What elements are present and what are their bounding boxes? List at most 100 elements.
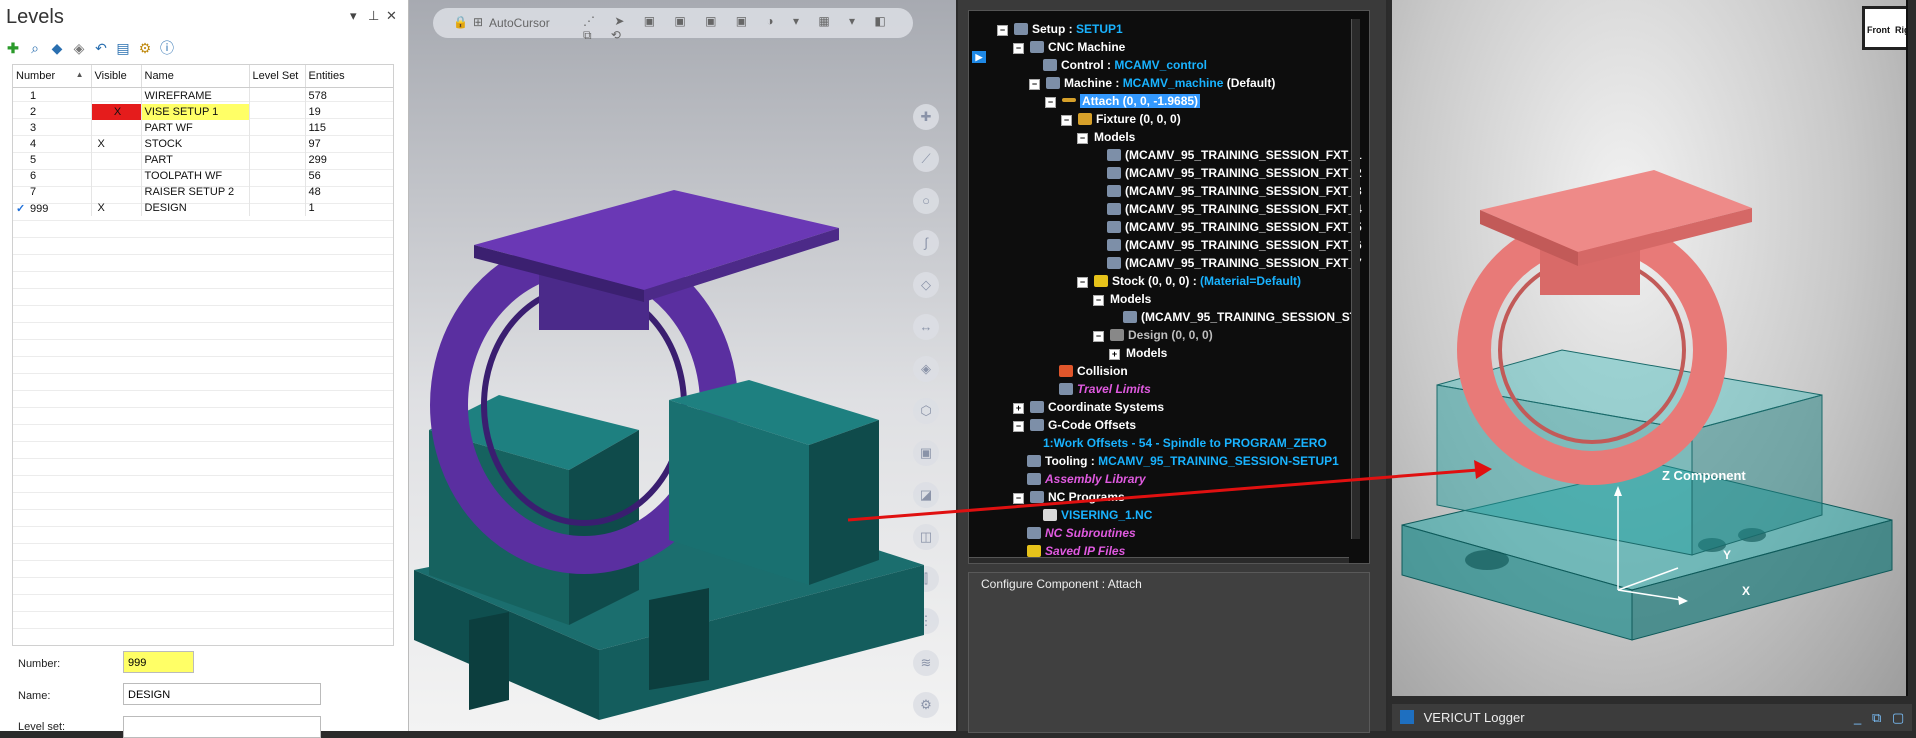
view-cube-right[interactable]: Right xyxy=(1895,25,1906,35)
tree-node-coordinate-systems[interactable]: + Coordinate Systems xyxy=(1013,399,1164,416)
column-header-level-set[interactable]: Level Set xyxy=(249,65,306,88)
tree-node-collision[interactable]: Collision xyxy=(1059,363,1128,380)
tree-node-model[interactable]: (MCAMV_95_TRAINING_SESSION_FXT_2 xyxy=(1107,165,1362,182)
tree-horizontal-scrollbar[interactable] xyxy=(969,557,1349,563)
table-row[interactable]: 5 PART 299 xyxy=(13,152,393,168)
cell-visible[interactable] xyxy=(91,168,142,184)
tree-node-models[interactable]: + Models xyxy=(1109,345,1167,362)
tree-node-model[interactable]: (MCAMV_95_TRAINING_SESSION_FXT_3 xyxy=(1107,183,1362,200)
collapse-icon[interactable]: − xyxy=(1061,115,1072,126)
tree-node-setup[interactable]: − Setup : SETUP1 xyxy=(997,21,1123,38)
layers-icon[interactable]: ◆ xyxy=(48,39,66,57)
cell-level-set xyxy=(249,136,306,152)
maximize-icon[interactable]: ▢ xyxy=(1892,704,1904,731)
column-header-entities[interactable]: Entities xyxy=(305,65,393,88)
pin-icon[interactable]: ⊥ xyxy=(368,8,379,24)
expand-icon[interactable]: + xyxy=(1109,349,1120,360)
tree-node-machine[interactable]: − Machine : MCAMV_machine (Default) xyxy=(1029,75,1275,92)
help-icon[interactable]: ⓘ xyxy=(158,39,176,57)
collapse-icon[interactable]: − xyxy=(1029,79,1040,90)
add-icon[interactable]: ✚ xyxy=(4,39,22,57)
tree-node-model[interactable]: (MCAMV_95_TRAINING_SESSION_FXT_7 xyxy=(1107,255,1362,272)
tree-node-cnc-machine[interactable]: − CNC Machine xyxy=(1013,39,1125,56)
cell-visible[interactable] xyxy=(91,152,142,168)
vise-model-teal xyxy=(1401,170,1893,641)
clipboard-icon[interactable]: ▤ xyxy=(114,39,132,57)
logger-icon xyxy=(1400,710,1414,724)
model-icon xyxy=(1107,239,1121,251)
table-row[interactable]: 3 PART WF 115 xyxy=(13,120,393,136)
vericut-scene[interactable]: Z Component Y X Front Right xyxy=(1392,0,1908,696)
tree-vertical-scrollbar[interactable] xyxy=(1351,19,1360,539)
cell-visible[interactable]: X xyxy=(91,200,142,216)
tree-node-model[interactable]: (MCAMV_95_TRAINING_SESSION_FXT_1 xyxy=(1107,147,1362,164)
tree-node-assembly-library[interactable]: Assembly Library xyxy=(1027,471,1146,488)
cell-visible[interactable]: X xyxy=(91,104,142,120)
tree-node-stock[interactable]: − Stock (0, 0, 0) : (Material=Default) xyxy=(1077,273,1301,290)
level-set-field[interactable] xyxy=(123,716,321,738)
collapse-icon[interactable]: − xyxy=(1013,421,1024,432)
minimize-icon[interactable]: _ xyxy=(1854,704,1861,731)
table-row[interactable]: 7 RAISER SETUP 2 48 xyxy=(13,184,393,200)
tree-node-nc-programs[interactable]: − NC Programs xyxy=(1013,489,1125,506)
cell-visible[interactable] xyxy=(91,120,142,136)
vericut-logger-tab[interactable]: VERICUT Logger _ ⧉ ▢ xyxy=(1392,704,1912,731)
tree-node-model[interactable]: (MCAMV_95_TRAINING_SESSION_FXT_6 xyxy=(1107,237,1362,254)
tree-node-model[interactable]: (MCAMV_95_TRAINING_SESSION_STI xyxy=(1123,309,1360,326)
column-header-visible[interactable]: Visible xyxy=(91,65,142,88)
undo-icon[interactable]: ↶ xyxy=(92,39,110,57)
coordinate-icon xyxy=(1030,401,1044,413)
tree-node-nc-file[interactable]: VISERING_1.NC xyxy=(1043,507,1152,524)
collapse-icon[interactable]: − xyxy=(1013,43,1024,54)
cell-visible[interactable] xyxy=(91,87,142,104)
collapse-icon[interactable]: − xyxy=(997,25,1008,36)
tree-node-tooling[interactable]: Tooling : MCAMV_95_TRAINING_SESSION-SETU… xyxy=(1027,453,1339,470)
cell-visible[interactable]: X xyxy=(91,136,142,152)
expand-icon[interactable]: + xyxy=(1013,403,1024,414)
name-field[interactable]: DESIGN xyxy=(123,683,321,705)
tree-node-travel-limits[interactable]: Travel Limits xyxy=(1059,381,1151,398)
column-header-number[interactable]: Number ▲ xyxy=(13,65,92,88)
table-row[interactable]: 6 TOOLPATH WF 56 xyxy=(13,168,393,184)
tree-node-nc-subroutines[interactable]: NC Subroutines xyxy=(1027,525,1136,542)
number-field[interactable]: 999 xyxy=(123,651,194,673)
vericut-viewport[interactable]: Z Component Y X Front Right VERICUT Logg… xyxy=(1388,0,1916,731)
cell-visible[interactable] xyxy=(91,184,142,200)
tree-node-model[interactable]: (MCAMV_95_TRAINING_SESSION_FXT_4 xyxy=(1107,201,1362,218)
table-row[interactable]: ✓ 999 X DESIGN 1 xyxy=(13,200,393,216)
tree-node-fixture[interactable]: − Fixture (0, 0, 0) xyxy=(1061,111,1181,128)
project-tree[interactable]: ▶ − Setup : SETUP1 − CNC Machine Control :… xyxy=(968,10,1370,564)
table-row[interactable]: 2 X VISE SETUP 1 19 xyxy=(13,104,393,120)
collapse-icon[interactable]: − xyxy=(1013,493,1024,504)
tree-node-design[interactable]: − Design (0, 0, 0) xyxy=(1093,327,1213,344)
collapse-icon[interactable]: − xyxy=(1045,97,1056,108)
dropdown-icon[interactable]: ▾ xyxy=(350,8,357,24)
mastercam-viewport[interactable]: 🔒 ⊞ AutoCursor ⋰ ➤ ▣ ▣ ▣ ▣ ◑ ▾ ▦ ▾ ◧ ⧉ ⟲… xyxy=(409,0,956,731)
view-cube[interactable]: Front Right xyxy=(1862,6,1906,50)
table-row[interactable]: 1 WIREFRAME 578 xyxy=(13,87,393,104)
collapse-icon[interactable]: − xyxy=(1093,331,1104,342)
collapse-icon[interactable]: − xyxy=(1093,295,1104,306)
cell-level-set xyxy=(249,184,306,200)
model-icon xyxy=(1107,149,1121,161)
view-cube-front[interactable]: Front xyxy=(1867,25,1890,35)
tree-node-attach[interactable]: − Attach (0, 0, -1.9685) xyxy=(1045,93,1201,110)
project-tree-panel: ▶ − Setup : SETUP1 − CNC Machine Control :… xyxy=(958,0,1386,733)
column-header-name[interactable]: Name xyxy=(141,65,250,88)
search-icon[interactable]: ⌕ xyxy=(26,39,44,57)
tree-node-control[interactable]: Control : MCAMV_control xyxy=(1043,57,1207,74)
tree-node-model[interactable]: (MCAMV_95_TRAINING_SESSION_FXT_5 xyxy=(1107,219,1362,236)
tree-node-models[interactable]: − Models xyxy=(1077,129,1135,146)
tree-node-models[interactable]: − Models xyxy=(1093,291,1151,308)
close-icon[interactable]: ✕ xyxy=(386,8,397,24)
gear-icon[interactable]: ⚙ xyxy=(136,39,154,57)
table-row[interactable]: 4 X STOCK 97 xyxy=(13,136,393,152)
popout-icon[interactable]: ⧉ xyxy=(1872,704,1881,731)
tree-node-work-offset[interactable]: 1:Work Offsets - 54 - Spindle to PROGRAM… xyxy=(1043,435,1327,452)
tree-node-gcode-offsets[interactable]: − G-Code Offsets xyxy=(1013,417,1136,434)
layers-stack-icon[interactable]: ◈ xyxy=(70,39,88,57)
collapse-icon[interactable]: − xyxy=(1077,133,1088,144)
tree-play-icon[interactable]: ▶ xyxy=(972,48,986,65)
cell-name: DESIGN xyxy=(141,200,250,216)
collapse-icon[interactable]: − xyxy=(1077,277,1088,288)
